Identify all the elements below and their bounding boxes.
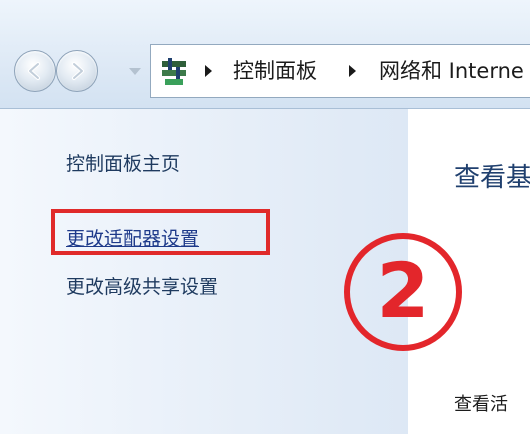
arrow-left-icon xyxy=(28,62,40,80)
explorer-window: 控制面板 网络和 Interne 控制面板主页 更改适配器设置 更改高级共享设置… xyxy=(0,0,530,434)
change-advanced-sharing-link[interactable]: 更改高级共享设置 xyxy=(66,274,218,300)
address-bar[interactable]: 控制面板 网络和 Interne xyxy=(150,44,530,98)
control-panel-icon xyxy=(159,57,189,91)
back-button[interactable] xyxy=(14,50,56,92)
breadcrumb-separator-icon[interactable] xyxy=(349,65,356,77)
step-number-badge: 2 xyxy=(344,233,462,351)
arrow-right-icon xyxy=(72,62,84,80)
annotation-highlight-box xyxy=(51,209,270,255)
breadcrumb-separator-icon[interactable] xyxy=(205,65,212,77)
breadcrumb-control-panel[interactable]: 控制面板 xyxy=(233,57,317,85)
control-panel-home-link[interactable]: 控制面板主页 xyxy=(66,151,180,177)
page-title: 查看基 xyxy=(454,163,530,193)
recent-pages-dropdown[interactable] xyxy=(129,68,141,75)
forward-button[interactable] xyxy=(56,50,98,92)
navigation-bar: 控制面板 网络和 Interne xyxy=(0,0,530,109)
breadcrumb-network-internet[interactable]: 网络和 Interne xyxy=(379,57,524,85)
section-label: 查看活 xyxy=(454,394,508,415)
